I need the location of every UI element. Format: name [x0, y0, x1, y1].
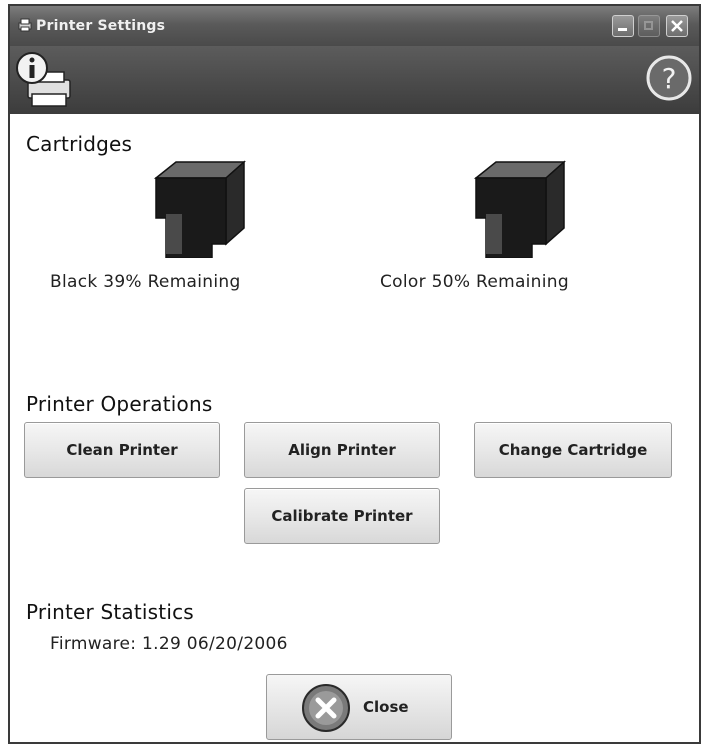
toolbar: ?: [10, 46, 699, 114]
help-icon[interactable]: ?: [645, 54, 693, 102]
maximize-button[interactable]: [638, 15, 660, 37]
clean-printer-button[interactable]: Clean Printer: [24, 422, 220, 478]
cartridges-heading: Cartridges: [26, 132, 133, 156]
close-button-label: Close: [363, 698, 409, 716]
firmware-version: Firmware: 1.29 06/20/2006: [50, 634, 288, 654]
window-close-button[interactable]: [666, 15, 688, 37]
minimize-button[interactable]: [612, 15, 634, 37]
black-cartridge-icon: [153, 160, 246, 258]
window-title: Printer Settings: [36, 18, 166, 34]
printer-info-icon[interactable]: [14, 50, 76, 110]
printer-settings-icon: [18, 18, 32, 32]
printer-settings-window: Printer Settings ? Cartridges Black 39% …: [8, 4, 701, 744]
svg-text:?: ?: [662, 62, 677, 95]
printer-statistics-heading: Printer Statistics: [26, 600, 194, 624]
color-cartridge-icon: [473, 160, 566, 258]
close-icon: [671, 20, 683, 32]
color-cartridge-level: Color 50% Remaining: [380, 272, 569, 292]
title-bar: Printer Settings: [10, 6, 699, 46]
printer-operations-heading: Printer Operations: [26, 392, 213, 416]
calibrate-printer-button[interactable]: Calibrate Printer: [244, 488, 440, 544]
align-printer-button[interactable]: Align Printer: [244, 422, 440, 478]
change-cartridge-button[interactable]: Change Cartridge: [474, 422, 672, 478]
close-button[interactable]: Close: [266, 674, 452, 740]
black-cartridge-level: Black 39% Remaining: [50, 272, 241, 292]
close-x-icon: [302, 684, 350, 732]
